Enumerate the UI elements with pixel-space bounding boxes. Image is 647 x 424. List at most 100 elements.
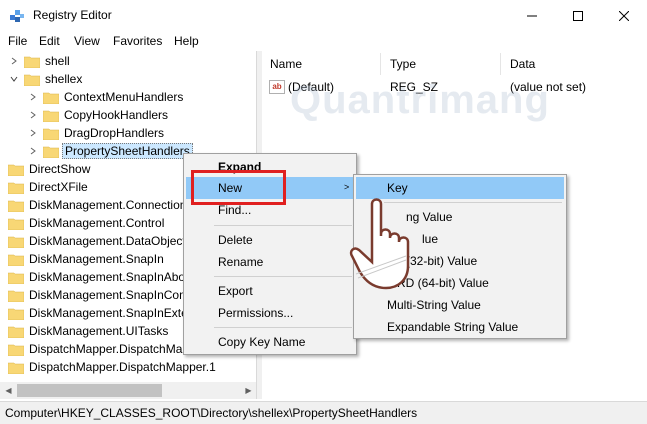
submenu-item-dword-value[interactable]: (32-bit) Value bbox=[356, 250, 564, 272]
tree-item-label: DiskManagement.SnapInCom bbox=[29, 288, 190, 302]
submenu-item-binary-value[interactable]: lue bbox=[356, 228, 564, 250]
tree-item-label: DiskManagement.SnapInAbo bbox=[29, 270, 186, 284]
folder-icon bbox=[7, 181, 25, 194]
menu-item-delete[interactable]: Delete bbox=[186, 229, 354, 251]
tree-item-diskmanagement-snapin[interactable]: DiskManagement.SnapIn bbox=[7, 250, 166, 268]
status-path: Computer\HKEY_CLASSES_ROOT\Directory\she… bbox=[5, 406, 418, 420]
column-header-type[interactable]: Type bbox=[390, 57, 416, 71]
tree-item-label: CopyHookHandlers bbox=[64, 108, 169, 122]
tree-item-label: DragDropHandlers bbox=[64, 126, 165, 140]
tree-item-diskmanagement-connection[interactable]: DiskManagement.Connection bbox=[7, 196, 188, 214]
folder-open-icon bbox=[23, 73, 41, 86]
scroll-left-icon[interactable]: ◀ bbox=[0, 382, 17, 399]
folder-icon bbox=[42, 145, 60, 158]
tree-item-dispatchmapper[interactable]: DispatchMapper.DispatchMa bbox=[7, 340, 184, 358]
folder-icon bbox=[7, 271, 25, 284]
submenu-item-string-value[interactable]: ng Value bbox=[356, 206, 564, 228]
menu-help[interactable]: Help bbox=[174, 34, 199, 48]
tree-item-directxfile[interactable]: DirectXFile bbox=[7, 178, 90, 196]
menu-file[interactable]: File bbox=[8, 34, 27, 48]
tree-horizontal-scrollbar[interactable]: ◀ ▶ bbox=[0, 382, 256, 399]
tree-item-label: shellex bbox=[45, 72, 83, 86]
status-bar: Computer\HKEY_CLASSES_ROOT\Directory\she… bbox=[0, 401, 647, 424]
tree-item-copyhookhandlers[interactable]: CopyHookHandlers bbox=[27, 106, 170, 124]
menu-view[interactable]: View bbox=[74, 34, 100, 48]
close-icon bbox=[619, 10, 629, 21]
column-divider[interactable] bbox=[380, 53, 381, 75]
tree-item-diskmanagement-snapinabout[interactable]: DiskManagement.SnapInAbo bbox=[7, 268, 187, 286]
folder-icon bbox=[42, 127, 60, 140]
folder-icon bbox=[7, 289, 25, 302]
tree-item-diskmanagement-control[interactable]: DiskManagement.Control bbox=[7, 214, 166, 232]
submenu-item-expandable-string-value[interactable]: Expandable String Value bbox=[356, 316, 564, 338]
submenu-item-label: Expandable String Value bbox=[387, 320, 519, 334]
menu-item-copy-key-name[interactable]: Copy Key Name bbox=[186, 331, 354, 353]
tree-item-diskmanagement-dataobject[interactable]: DiskManagement.DataObject bbox=[7, 232, 188, 250]
expand-icon[interactable] bbox=[27, 91, 39, 103]
tree-item-shellex[interactable]: shellex bbox=[8, 70, 84, 88]
list-item[interactable]: ab (Default) REG_SZ (value not set) bbox=[262, 79, 647, 97]
scroll-right-icon[interactable]: ▶ bbox=[240, 382, 256, 399]
tree-item-label: shell bbox=[45, 54, 70, 68]
submenu-item-multi-string-value[interactable]: Multi-String Value bbox=[356, 294, 564, 316]
column-divider[interactable] bbox=[500, 53, 501, 75]
tree-item-label: DirectXFile bbox=[29, 180, 88, 194]
submenu-item-label: ng Value bbox=[406, 210, 453, 224]
tree-item-label: ContextMenuHandlers bbox=[64, 90, 184, 104]
tree-item-directshow[interactable]: DirectShow bbox=[7, 160, 92, 178]
tree-item-label: DispatchMapper.DispatchMapper.1 bbox=[29, 360, 216, 374]
submenu-item-label: RD (64-bit) Value bbox=[397, 276, 489, 290]
minimize-button[interactable] bbox=[509, 0, 555, 31]
expand-icon[interactable] bbox=[8, 55, 20, 67]
tree-item-contextmenuhandlers[interactable]: ContextMenuHandlers bbox=[27, 88, 185, 106]
collapse-icon[interactable] bbox=[8, 73, 20, 85]
maximize-button[interactable] bbox=[555, 0, 601, 31]
menu-item-label: Delete bbox=[218, 233, 253, 247]
tree-item-label: DiskManagement.DataObject bbox=[29, 234, 186, 248]
tree-item-shell[interactable]: shell bbox=[8, 52, 72, 70]
column-header-name[interactable]: Name bbox=[270, 57, 302, 71]
menu-separator bbox=[214, 276, 352, 277]
folder-icon bbox=[7, 217, 25, 230]
folder-icon bbox=[7, 235, 25, 248]
new-submenu: Key ng Value lue (32-bit) Value RD (64-b… bbox=[353, 174, 567, 339]
menu-item-label: Find... bbox=[218, 203, 252, 217]
folder-icon bbox=[7, 307, 25, 320]
close-button[interactable] bbox=[601, 0, 647, 31]
menu-favorites[interactable]: Favorites bbox=[113, 34, 162, 48]
menu-separator bbox=[384, 202, 562, 203]
folder-icon bbox=[42, 91, 60, 104]
tree-item-dragdrophandlers[interactable]: DragDropHandlers bbox=[27, 124, 166, 142]
menu-item-rename[interactable]: Rename bbox=[186, 251, 354, 273]
expand-icon[interactable] bbox=[27, 145, 39, 157]
menu-item-label: Permissions... bbox=[218, 306, 294, 320]
maximize-icon bbox=[573, 10, 583, 21]
folder-icon bbox=[42, 109, 60, 122]
menu-item-label: Copy Key Name bbox=[218, 335, 306, 349]
expand-icon[interactable] bbox=[27, 127, 39, 139]
tree-item-label: DirectShow bbox=[29, 162, 91, 176]
tree-item-propertysheethandlers[interactable]: PropertySheetHandlers bbox=[27, 142, 193, 160]
menu-item-permissions[interactable]: Permissions... bbox=[186, 302, 354, 324]
tree-item-diskmanagement-snapinextension[interactable]: DiskManagement.SnapInExte bbox=[7, 304, 190, 322]
string-value-icon: ab bbox=[269, 80, 285, 94]
expand-icon[interactable] bbox=[27, 109, 39, 121]
menu-edit[interactable]: Edit bbox=[39, 34, 60, 48]
menu-item-label: Rename bbox=[218, 255, 264, 269]
submenu-item-label: lue bbox=[422, 232, 439, 246]
tree-item-dispatchmapper-1[interactable]: DispatchMapper.DispatchMapper.1 bbox=[7, 358, 218, 376]
menu-separator bbox=[214, 225, 352, 226]
window-title: Registry Editor bbox=[33, 8, 112, 22]
folder-icon bbox=[7, 361, 25, 374]
tree-item-label: DiskManagement.Connection bbox=[29, 198, 187, 212]
column-header-data[interactable]: Data bbox=[510, 57, 535, 71]
submenu-item-qword-value[interactable]: RD (64-bit) Value bbox=[356, 272, 564, 294]
folder-icon bbox=[7, 253, 25, 266]
submenu-item-label: (32-bit) Value bbox=[406, 254, 478, 268]
menu-item-export[interactable]: Export bbox=[186, 280, 354, 302]
folder-icon bbox=[23, 55, 41, 68]
tree-item-diskmanagement-uitasks[interactable]: DiskManagement.UITasks bbox=[7, 322, 170, 340]
tree-item-diskmanagement-snapincomponent[interactable]: DiskManagement.SnapInCom bbox=[7, 286, 191, 304]
submenu-item-key[interactable]: Key bbox=[356, 177, 564, 199]
scroll-thumb[interactable] bbox=[17, 384, 162, 397]
